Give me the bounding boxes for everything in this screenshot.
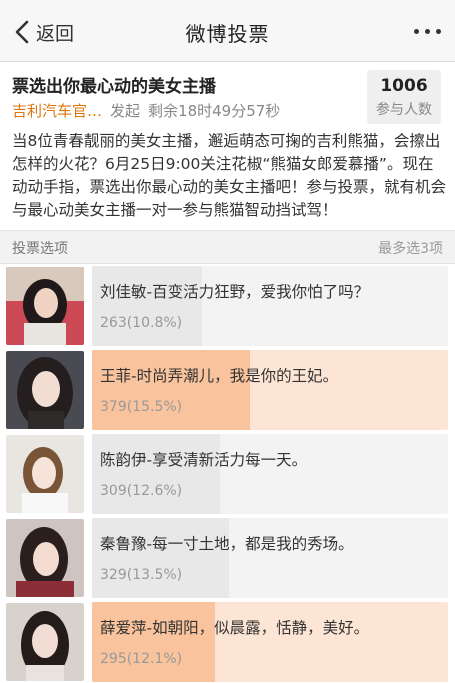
poll-description: 当8位青春靓丽的美女主播，邂逅萌态可掬的吉利熊猫，会擦出怎样的火花？6月25日9… xyxy=(12,132,447,219)
vote-option[interactable]: 陈韵伊-享受清新活力每一天。 309(12.6%) xyxy=(0,432,455,516)
vote-bar: 王菲-时尚弄潮儿，我是你的王妃。 379(15.5%) xyxy=(92,350,448,430)
candidate-photo xyxy=(6,267,84,345)
option-label: 刘佳敏-百变活力狂野，爱我你怕了吗？ xyxy=(100,283,370,301)
author-link[interactable]: 吉利汽车官… xyxy=(12,100,102,121)
poll-title: 票选出你最心动的美女主播 xyxy=(12,77,216,97)
nav-bar: 返回 微博投票 xyxy=(0,0,455,62)
poll-header: 票选出你最心动的美女主播 吉利汽车官… 发起 剩余18时49分57秒 1006 … xyxy=(0,62,455,230)
candidate-photo xyxy=(6,435,84,513)
candidate-photo xyxy=(6,351,84,429)
vote-option[interactable]: 王菲-时尚弄潮儿，我是你的王妃。 379(15.5%) xyxy=(0,348,455,432)
more-icon[interactable] xyxy=(414,29,441,34)
participant-counter: 1006 参与人数 xyxy=(367,70,441,124)
vote-count: 263(10.8%) xyxy=(100,315,183,331)
vote-count: 295(12.1%) xyxy=(100,651,183,667)
candidate-photo xyxy=(6,603,84,681)
participant-label: 参与人数 xyxy=(376,102,432,118)
vote-bar-fill xyxy=(92,434,221,514)
options-heading: 投票选项 xyxy=(12,241,68,257)
option-label: 秦鲁豫-每一寸土地，都是我的秀场。 xyxy=(100,535,354,553)
vote-bar: 薛爱萍-如朝阳，似晨露，恬静，美好。 295(12.1%) xyxy=(92,602,448,682)
option-label: 王菲-时尚弄潮儿，我是你的王妃。 xyxy=(100,367,339,385)
vote-bar: 刘佳敏-百变活力狂野，爱我你怕了吗？ 263(10.8%) xyxy=(92,266,448,346)
vote-option[interactable]: 薛爱萍-如朝阳，似晨露，恬静，美好。 295(12.1%) xyxy=(0,600,455,683)
option-label: 陈韵伊-享受清新活力每一天。 xyxy=(100,451,308,469)
launch-label: 发起 xyxy=(110,102,141,120)
participant-count: 1006 xyxy=(380,76,428,96)
vote-option[interactable]: 秦鲁豫-每一寸土地，都是我的秀场。 329(13.5%) xyxy=(0,516,455,600)
vote-count: 329(13.5%) xyxy=(100,567,183,583)
vote-count: 379(15.5%) xyxy=(100,399,183,415)
candidate-photo xyxy=(6,519,84,597)
vote-bar-fill xyxy=(92,350,250,430)
vote-bar: 陈韵伊-享受清新活力每一天。 309(12.6%) xyxy=(92,434,448,514)
vote-option[interactable]: 刘佳敏-百变活力狂野，爱我你怕了吗？ 263(10.8%) xyxy=(0,264,455,348)
poll-meta: 吉利汽车官… 发起 剩余18时49分57秒 xyxy=(12,100,280,121)
vote-bar: 秦鲁豫-每一寸土地，都是我的秀场。 329(13.5%) xyxy=(92,518,448,598)
remaining-time: 剩余18时49分57秒 xyxy=(148,102,281,120)
vote-bar-fill xyxy=(92,602,216,682)
vote-bar-fill xyxy=(92,266,202,346)
options-section-header: 投票选项 最多选3项 xyxy=(0,230,455,264)
option-label: 薛爱萍-如朝阳，似晨露，恬静，美好。 xyxy=(100,619,370,637)
page-title: 微博投票 xyxy=(185,22,270,46)
vote-count: 309(12.6%) xyxy=(100,483,183,499)
vote-bar-fill xyxy=(92,518,230,598)
max-select-note: 最多选3项 xyxy=(378,241,443,257)
